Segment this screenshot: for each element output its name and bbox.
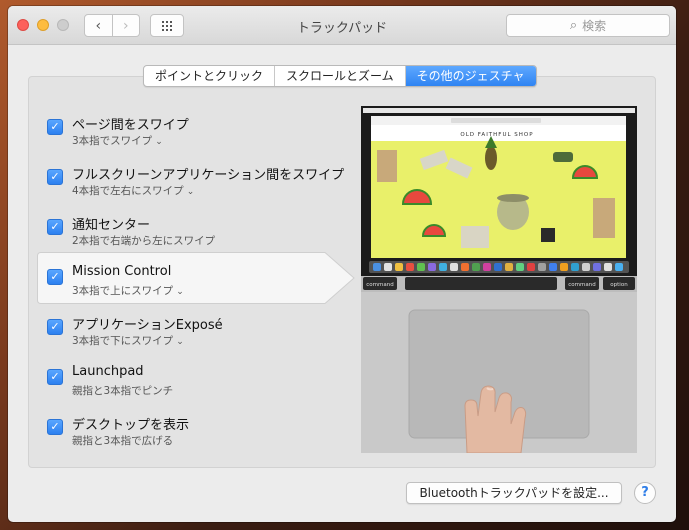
checkbox-launchpad[interactable]: ✓ (47, 369, 63, 385)
key-option: option (610, 282, 628, 288)
dock-icons (373, 263, 623, 271)
chevron-down-icon: ⌄ (186, 187, 195, 197)
gesture-title: フルスクリーンアプリケーション間をスワイプ (72, 168, 345, 183)
key-command-right: command (568, 282, 595, 288)
chevron-down-icon: ⌄ (176, 287, 184, 297)
checkbox-show-desktop[interactable]: ✓ (47, 419, 63, 435)
checkbox-app-expose[interactable]: ✓ (47, 319, 63, 335)
gesture-title: Launchpad (72, 364, 144, 379)
gesture-option-menu[interactable]: 3本指で上にスワイプ ⌄ (72, 283, 184, 298)
search-icon: ⌕ (569, 18, 578, 33)
gesture-preview: OLD FAITHFUL SHOP command command option (361, 106, 637, 453)
search-field[interactable]: ⌕ 検索 (506, 14, 670, 37)
chevron-down-icon: ⌄ (176, 337, 184, 347)
tab-point-click[interactable]: ポイントとクリック (144, 66, 276, 86)
preview-illustration: OLD FAITHFUL SHOP command command option (361, 106, 637, 453)
gesture-title: 通知センター (72, 218, 151, 233)
gesture-description: 2本指で右端から左にスワイプ (72, 235, 216, 247)
shop-name: OLD FAITHFUL SHOP (460, 132, 533, 138)
search-placeholder: 検索 (582, 19, 607, 33)
gesture-description: 親指と3本指でピンチ (72, 385, 174, 397)
preferences-window: ‹ › トラックパッド ⌕ 検索 ポイントとクリック スクロールとズーム その他… (8, 6, 676, 522)
gesture-description: 親指と3本指で広げる (72, 435, 174, 447)
chevron-down-icon: ⌄ (155, 137, 163, 147)
tab-more-gestures[interactable]: その他のジェスチャ (405, 66, 536, 86)
gesture-title: アプリケーションExposé (72, 318, 223, 333)
setup-bluetooth-trackpad-button[interactable]: Bluetoothトラックパッドを設定... (406, 482, 622, 504)
key-command-left: command (366, 282, 393, 288)
gesture-title: ページ間をスワイプ (72, 118, 189, 133)
help-button[interactable]: ? (634, 482, 656, 504)
checkbox-mission-control[interactable]: ✓ (47, 269, 63, 285)
gesture-title: デスクトップを表示 (72, 418, 190, 433)
gesture-title: Mission Control (72, 264, 172, 279)
checkbox-swipe-pages[interactable]: ✓ (47, 119, 63, 135)
tab-scroll-zoom[interactable]: スクロールとズーム (275, 66, 406, 86)
gesture-option-menu[interactable]: 3本指でスワイプ ⌄ (72, 133, 163, 148)
checkbox-notification-center[interactable]: ✓ (47, 219, 63, 235)
checkbox-swipe-fullscreen[interactable]: ✓ (47, 169, 63, 185)
tab-bar: ポイントとクリック スクロールとズーム その他のジェスチャ (143, 65, 537, 87)
gesture-option-menu[interactable]: 4本指で左右にスワイプ ⌄ (72, 183, 194, 198)
title-bar: ‹ › トラックパッド ⌕ 検索 (8, 6, 676, 45)
gesture-option-menu[interactable]: 3本指で下にスワイプ ⌄ (72, 333, 184, 348)
